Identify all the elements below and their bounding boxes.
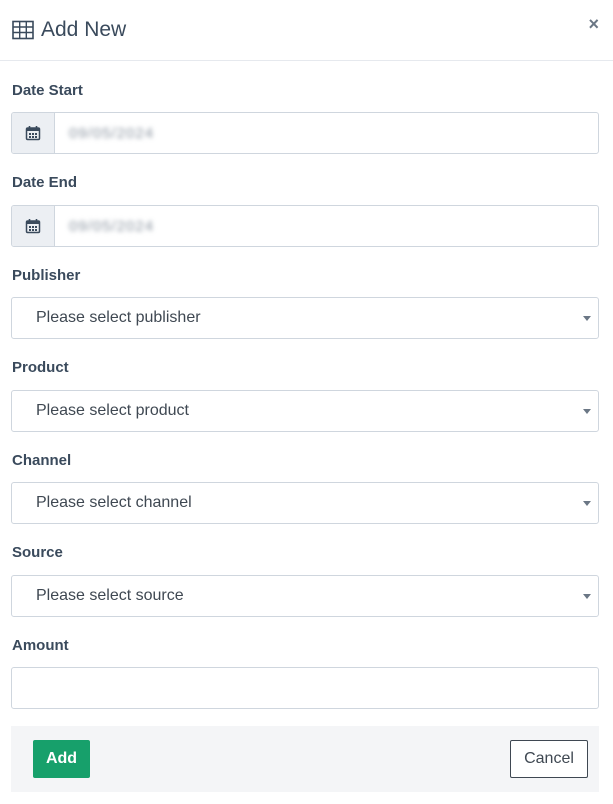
- add-button[interactable]: Add: [33, 740, 90, 778]
- source-label: Source: [12, 544, 63, 561]
- date-start-field: 09/05/2024: [11, 112, 599, 154]
- modal-title: Add New: [41, 18, 127, 41]
- channel-select[interactable]: Please select channel: [11, 482, 599, 524]
- date-end-input[interactable]: 09/05/2024: [55, 206, 598, 246]
- publisher-label: Publisher: [12, 267, 81, 284]
- product-select[interactable]: Please select product: [11, 390, 599, 432]
- modal-header: Add New ×: [0, 0, 613, 61]
- source-select[interactable]: Please select source: [11, 575, 599, 617]
- caret-down-icon: [583, 594, 591, 599]
- amount-input[interactable]: [11, 667, 599, 709]
- product-label: Product: [12, 359, 69, 376]
- date-start-value: 09/05/2024: [69, 124, 155, 142]
- product-placeholder: Please select product: [36, 402, 189, 419]
- caret-down-icon: [583, 409, 591, 414]
- calendar-icon[interactable]: [12, 206, 55, 246]
- source-placeholder: Please select source: [36, 587, 184, 604]
- add-new-modal: Add New × Date Start 09/05/2024 Date End: [0, 0, 613, 804]
- caret-down-icon: [583, 316, 591, 321]
- channel-placeholder: Please select channel: [36, 494, 192, 511]
- cancel-button[interactable]: Cancel: [510, 740, 588, 778]
- amount-label: Amount: [12, 637, 69, 654]
- publisher-select[interactable]: Please select publisher: [11, 297, 599, 339]
- channel-label: Channel: [12, 452, 72, 469]
- date-end-label: Date End: [12, 174, 78, 191]
- close-icon[interactable]: ×: [588, 14, 599, 35]
- date-end-value: 09/05/2024: [69, 217, 155, 235]
- date-start-label: Date Start: [12, 82, 83, 99]
- date-end-field: 09/05/2024: [11, 205, 599, 247]
- calendar-icon[interactable]: [12, 113, 55, 153]
- modal-footer: Add Cancel: [11, 726, 599, 792]
- publisher-placeholder: Please select publisher: [36, 309, 201, 326]
- date-start-input[interactable]: 09/05/2024: [55, 113, 598, 153]
- caret-down-icon: [583, 501, 591, 506]
- table-grid-icon: [12, 20, 34, 40]
